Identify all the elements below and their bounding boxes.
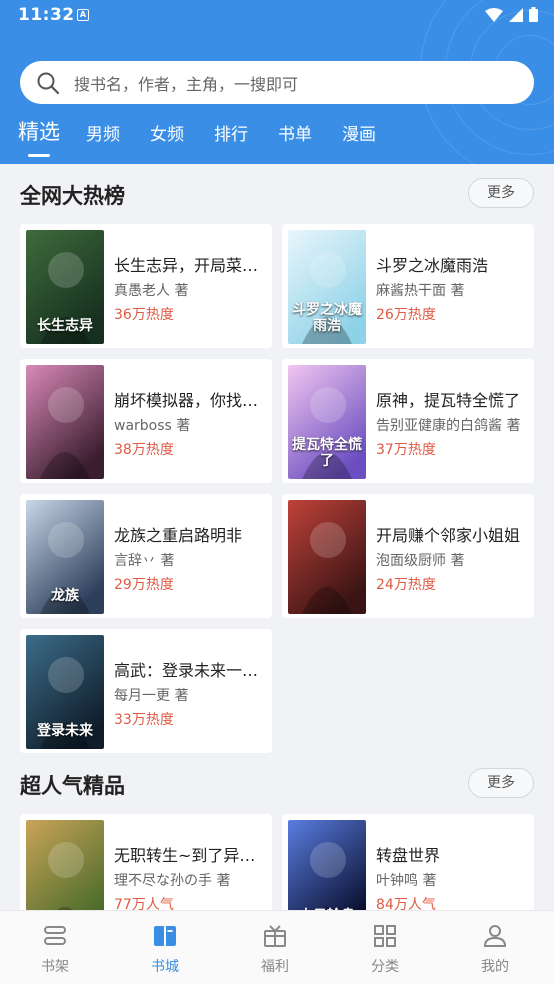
book-card[interactable]: 登录未来 高武：登录未来一万年每月一更 著 33万热度 [20,629,272,753]
bookshelf-icon [44,926,66,945]
book-card[interactable]: 开局赚个邻家小姐姐泡面级厨师 著 24万热度 [282,494,534,618]
book-title[interactable]: 无职转生~到了异世界就拿出真本事 [114,842,266,866]
book-heat: 24万热度 [376,577,436,593]
book-card[interactable]: 提瓦特全慌了 原神，提瓦特全慌了告别亚健康的白鸽酱 著 37万热度 [282,359,534,483]
book-cover[interactable]: 斗罗之冰魔雨浩 [288,230,366,344]
nav-bookstore[interactable]: 书城 [110,911,220,984]
book-card[interactable]: 崩坏模拟器，你找我？ warboss 著 38万热度 [20,359,272,483]
search-bar[interactable]: 搜书名，作者，主角，一搜即可 [20,61,534,104]
book-heat: 26万热度 [376,307,436,323]
tab-female[interactable]: 女频 [150,120,184,145]
nav-label: 书城 [151,959,179,975]
status-bar: 11:32 A [0,0,554,30]
tab-male[interactable]: 男频 [86,120,120,145]
gift-icon [264,925,286,947]
nav-label: 福利 [261,959,289,975]
book-title[interactable]: 开局赚个邻家小姐姐 [376,522,528,546]
nav-label: 书架 [41,959,69,975]
nav-bookshelf[interactable]: 书架 [0,911,110,984]
cover-title: 龙族 [51,588,79,604]
book-author: 真愚老人 著 [114,283,189,299]
cover-art [26,365,104,479]
cover-title: 提瓦特全慌了 [292,437,362,469]
section-title: 超人气精品 [20,774,125,798]
grid-icon [374,925,396,947]
book-card[interactable]: 龙族 龙族之重启路明非言辞丷 著 29万热度 [20,494,272,618]
section-title: 全网大热榜 [20,184,125,208]
search-placeholder: 搜书名，作者，主角，一搜即可 [74,74,299,94]
status-time: 11:32 [18,5,75,25]
book-author: 泡面级厨师 著 [376,553,465,569]
more-button[interactable]: 更多 [468,768,534,798]
cover-title: 长生志异 [37,318,93,334]
book-cover[interactable]: 登录未来 [26,635,104,749]
bottom-nav: 书架 书城 福利 分类 我的 [0,910,554,984]
search-icon [37,72,60,94]
nav-welfare[interactable]: 福利 [220,911,330,984]
book-heat: 33万热度 [114,712,174,728]
tab-featured[interactable]: 精选 [18,116,60,146]
more-button[interactable]: 更多 [468,178,534,208]
book-cover[interactable]: 提瓦特全慌了 [288,365,366,479]
book-author: 每月一更 著 [114,688,189,704]
person-icon [483,925,507,947]
book-title[interactable]: 龙族之重启路明非 [114,522,266,546]
book-title[interactable]: 高武：登录未来一万年 [114,657,266,681]
book-heat: 29万热度 [114,577,174,593]
nav-label: 我的 [481,959,509,975]
book-title[interactable]: 斗罗之冰魔雨浩 [376,252,528,276]
tab-booklist[interactable]: 书单 [278,120,312,145]
nav-profile[interactable]: 我的 [440,911,550,984]
tab-ranking[interactable]: 排行 [214,120,248,145]
book-open-icon [154,926,176,946]
nav-label: 分类 [371,959,399,975]
wifi-icon [485,7,503,22]
book-author: 叶钟鸣 著 [376,873,437,889]
book-author: 言辞丷 著 [114,553,175,569]
cover-title: 斗罗之冰魔雨浩 [292,302,362,334]
book-title[interactable]: 转盘世界 [376,842,528,866]
tab-comics[interactable]: 漫画 [342,120,376,145]
book-author: 麻酱热干面 著 [376,283,465,299]
book-author: 告别亚健康的白鸽酱 著 [376,418,521,434]
book-cover[interactable] [288,500,366,614]
book-title[interactable]: 长生志异，开局菜市口被镇宫 [114,252,266,276]
category-tabs: 精选 男频 女频 排行 书单 漫画 [0,116,554,156]
book-author: warboss 著 [114,418,191,434]
book-heat: 38万热度 [114,442,174,458]
book-title[interactable]: 崩坏模拟器，你找我？ [114,387,266,411]
nav-category[interactable]: 分类 [330,911,440,984]
signal-icon [509,7,523,22]
notification-a-icon: A [77,9,89,21]
book-title[interactable]: 原神，提瓦特全慌了 [376,387,528,411]
book-card[interactable]: 长生志异 长生志异，开局菜市口被镇宫真愚老人 著 36万热度 [20,224,272,348]
system-icons [485,7,538,22]
cover-title: 登录未来 [37,723,93,739]
book-cover[interactable]: 龙族 [26,500,104,614]
book-heat: 36万热度 [114,307,174,323]
book-cover[interactable]: 长生志异 [26,230,104,344]
cover-art [288,500,366,614]
book-cover[interactable] [26,365,104,479]
tab-indicator [28,154,50,157]
book-card[interactable]: 斗罗之冰魔雨浩 斗罗之冰魔雨浩 麻酱热干面 著 26万热度 [282,224,534,348]
book-author: 理不尽な孙の手 著 [114,873,231,889]
book-heat: 37万热度 [376,442,436,458]
battery-icon [529,7,538,22]
